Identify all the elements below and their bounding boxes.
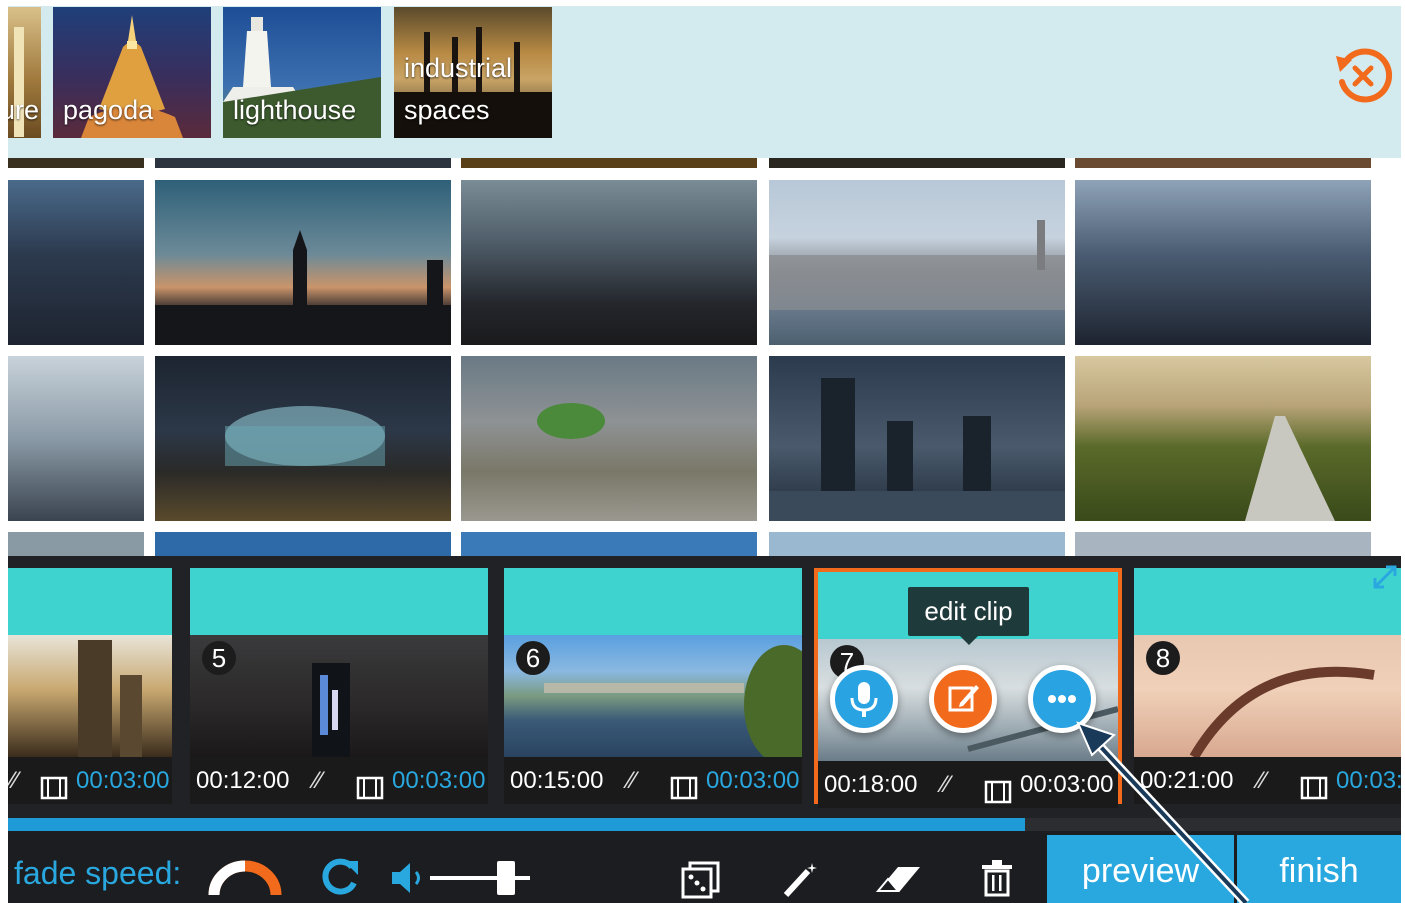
video-thumb[interactable] bbox=[1075, 356, 1371, 521]
film-icon bbox=[356, 769, 384, 816]
edit-icon[interactable] bbox=[929, 665, 997, 733]
video-thumb[interactable] bbox=[461, 158, 757, 168]
video-thumb[interactable] bbox=[1075, 158, 1371, 168]
clip-length: 00:03:00 bbox=[76, 767, 170, 794]
magic-wand-icon[interactable] bbox=[780, 859, 820, 903]
video-thumb[interactable] bbox=[461, 532, 757, 556]
timeline-clip[interactable]: ⁄⁄ 00:03:00 bbox=[8, 568, 172, 804]
video-thumb[interactable] bbox=[769, 356, 1065, 521]
clip-number: 8 bbox=[1146, 641, 1180, 675]
dice-icon[interactable] bbox=[680, 857, 722, 903]
video-thumb[interactable] bbox=[461, 356, 757, 521]
film-icon bbox=[984, 773, 1012, 820]
clip-thumbnail bbox=[8, 635, 172, 757]
fade-speed-label: fade speed: bbox=[14, 855, 182, 891]
category-tile-industrial-spaces[interactable]: industrial spaces bbox=[394, 7, 552, 138]
cursor-arrow bbox=[1076, 721, 1250, 903]
clip-length: 00:03:00 bbox=[392, 767, 486, 794]
video-thumb[interactable] bbox=[1075, 180, 1371, 345]
mute-icon[interactable]: ⁄⁄ bbox=[10, 757, 18, 804]
clip-start-time: 00:12:00 bbox=[196, 767, 290, 794]
mute-icon[interactable]: ⁄⁄ bbox=[628, 757, 636, 804]
clip-start-time: 00:18:00 bbox=[824, 771, 918, 798]
video-thumb[interactable] bbox=[155, 532, 451, 556]
video-thumb[interactable] bbox=[155, 180, 451, 345]
timeline-clip[interactable]: 5 00:12:00 ⁄⁄ 00:03:00 bbox=[190, 568, 488, 804]
video-thumb[interactable] bbox=[155, 356, 451, 521]
clip-length: 00:03:00 bbox=[706, 767, 800, 794]
video-thumb[interactable] bbox=[769, 158, 1065, 168]
video-thumb[interactable] bbox=[8, 532, 144, 556]
edit-clip-tooltip: edit clip bbox=[908, 587, 1029, 645]
mic-icon[interactable] bbox=[830, 665, 898, 733]
category-label: lighthouse bbox=[233, 95, 357, 125]
video-thumb[interactable] bbox=[769, 180, 1065, 345]
video-thumb[interactable] bbox=[461, 180, 757, 345]
category-tile-pagoda[interactable]: pagoda bbox=[53, 7, 211, 138]
category-label: pagoda bbox=[63, 95, 154, 125]
film-icon bbox=[40, 769, 68, 816]
mute-icon[interactable]: ⁄⁄ bbox=[314, 757, 322, 804]
trash-icon[interactable] bbox=[980, 859, 1014, 902]
volume-slider-handle[interactable] bbox=[497, 861, 515, 895]
film-icon bbox=[1300, 769, 1328, 816]
category-bar: ure pagoda lighthouse bbox=[8, 6, 1401, 158]
refresh-icon[interactable] bbox=[320, 857, 360, 902]
video-thumb[interactable] bbox=[1075, 532, 1371, 556]
film-icon bbox=[670, 769, 698, 816]
video-thumb[interactable] bbox=[8, 158, 144, 168]
expand-icon[interactable] bbox=[1372, 564, 1398, 590]
category-label-line2: spaces bbox=[404, 95, 490, 125]
timeline-clip[interactable]: 6 00:15:00 ⁄⁄ 00:03:00 bbox=[504, 568, 802, 804]
video-thumb[interactable] bbox=[155, 158, 451, 168]
video-thumb[interactable] bbox=[769, 532, 1065, 556]
mute-icon[interactable]: ⁄⁄ bbox=[942, 761, 950, 808]
category-label: ure bbox=[8, 95, 40, 125]
fade-curve-icon[interactable] bbox=[208, 859, 282, 903]
clip-length: 00:03: bbox=[1336, 767, 1401, 794]
category-tile-lighthouse[interactable]: lighthouse bbox=[223, 7, 381, 138]
timeline-progress-fill bbox=[8, 818, 1025, 831]
video-thumb[interactable] bbox=[8, 180, 144, 345]
close-circle-icon[interactable] bbox=[1330, 42, 1396, 108]
category-label-line1: industrial bbox=[404, 53, 513, 83]
editor-screen: ure pagoda lighthouse bbox=[0, 0, 1405, 903]
category-tile-architecture[interactable]: ure bbox=[8, 7, 41, 138]
video-gallery bbox=[8, 158, 1401, 556]
clip-number: 5 bbox=[202, 641, 236, 675]
clip-start-time: 00:15:00 bbox=[510, 767, 604, 794]
clip-number: 6 bbox=[516, 641, 550, 675]
eraser-icon[interactable] bbox=[875, 861, 922, 902]
video-thumb[interactable] bbox=[8, 356, 144, 521]
